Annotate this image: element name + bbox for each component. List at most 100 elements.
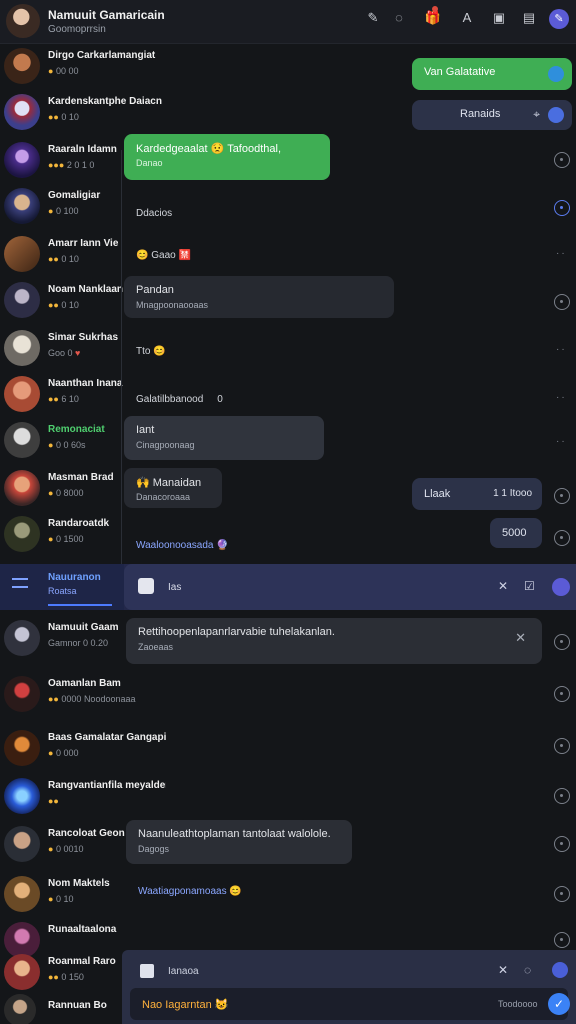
avatar bbox=[4, 376, 40, 412]
contact-item[interactable]: Dirgo Carkarlamangiat ● 00 00 bbox=[0, 44, 155, 90]
message-action-icon[interactable] bbox=[554, 294, 570, 310]
contact-item[interactable]: Raaraln Idamn ●●● 2 0 1 0 bbox=[0, 138, 124, 184]
avatar bbox=[4, 676, 40, 712]
message-subtext: Cinagpoonaag bbox=[136, 440, 195, 450]
avatar bbox=[4, 142, 40, 178]
outgoing-message[interactable]: 5000 bbox=[490, 518, 542, 548]
more-icon[interactable]: ·· bbox=[556, 436, 567, 447]
more-icon[interactable]: ·· bbox=[556, 344, 567, 355]
incoming-message[interactable]: 🙌 Manaidan Danacoroaaa bbox=[124, 468, 222, 508]
message-text: Tto 😊 bbox=[136, 346, 166, 357]
incoming-message[interactable]: Rettihoopenlapanrlarvabie tuhelakanlan. … bbox=[126, 618, 542, 664]
attachment-icon[interactable] bbox=[138, 578, 154, 594]
contact-item[interactable]: Rangvantianfila meyalder ●● bbox=[0, 774, 166, 820]
incoming-message[interactable]: Naanuleathtoplaman tantolaat walolole. D… bbox=[126, 820, 352, 864]
message-text: Ranaids bbox=[460, 108, 501, 120]
contact-status: ●● 0 10 bbox=[48, 254, 79, 264]
message-action-icon[interactable] bbox=[554, 886, 570, 902]
chat-icon[interactable]: ◌ bbox=[390, 10, 408, 25]
image-icon[interactable]: ▤ bbox=[520, 10, 538, 26]
more-icon[interactable]: ·· bbox=[556, 248, 567, 259]
contact-status: ●● 0 150 bbox=[48, 972, 84, 982]
pin-icon[interactable]: ✎ bbox=[364, 10, 382, 26]
message-text: Llaak bbox=[424, 488, 451, 500]
video-icon[interactable]: ▣ bbox=[490, 10, 508, 26]
message-text: Iant bbox=[136, 424, 155, 436]
contact-name: Simar Sukrhas bbox=[48, 332, 119, 343]
contact-item[interactable]: Naanthan Inana ●● 6 10 bbox=[0, 372, 124, 418]
contact-item[interactable]: Randaroatdk ● 0 1500 bbox=[0, 512, 124, 558]
check-icon bbox=[548, 107, 564, 123]
contact-item[interactable]: Simar Sukrhas Goo 0 ♥ bbox=[0, 326, 124, 372]
outgoing-message[interactable]: Ranaids ⌖ bbox=[412, 100, 572, 130]
avatar bbox=[4, 826, 40, 862]
emoji-icon[interactable] bbox=[552, 962, 568, 978]
input-value: Nao Iagarntan 😺 bbox=[142, 999, 229, 1011]
message-action-icon[interactable] bbox=[554, 836, 570, 852]
contact-status: ● 0 0010 bbox=[48, 844, 84, 854]
header-subtitle: Goomoprrsin bbox=[48, 24, 106, 35]
message-action-icon[interactable] bbox=[554, 686, 570, 702]
avatar bbox=[4, 730, 40, 766]
message-text: Naanuleathtoplaman tantolaat walolole. bbox=[138, 828, 331, 840]
outgoing-message[interactable]: Llaak 1 1 Itooo bbox=[412, 478, 542, 510]
chat-icon[interactable]: ◌ bbox=[524, 963, 531, 977]
user-avatar[interactable] bbox=[6, 4, 40, 38]
message-action-icon[interactable] bbox=[554, 788, 570, 804]
pin-icon[interactable]: ✕ bbox=[498, 963, 508, 977]
contact-item[interactable]: Nom Maktels ● 0 10 bbox=[0, 872, 124, 918]
message-input[interactable]: Nao Iagarntan 😺 Toodoooo ✓ bbox=[130, 988, 570, 1020]
composer: Ianaoa ✕ ◌ Nao Iagarntan 😺 Toodoooo ✓ bbox=[122, 950, 576, 1024]
active-tab[interactable]: Nauuranon Roatsa bbox=[0, 564, 124, 610]
contact-item[interactable]: Rancoloat Geon ● 0 0010 bbox=[0, 822, 125, 868]
incoming-message[interactable]: Pandan Mnagpoonaooaas bbox=[124, 276, 394, 318]
gift-icon[interactable]: 🎁 bbox=[424, 10, 442, 26]
contact-item[interactable]: Rannuan Bo bbox=[0, 990, 124, 1024]
avatar bbox=[4, 422, 40, 458]
more-icon[interactable]: ·· bbox=[556, 392, 567, 403]
message-subtext: Danacoroaaa bbox=[136, 492, 191, 502]
contact-item[interactable]: Amarr Iann Vie ●● 0 10 bbox=[0, 232, 124, 278]
outgoing-message[interactable]: Van Galatative bbox=[412, 58, 572, 90]
send-button[interactable]: ✓ bbox=[548, 993, 570, 1015]
message-action-icon[interactable] bbox=[554, 738, 570, 754]
messenger-app: Namuuit Gamaricain Goomoprrsin ✎ ◌ 🎁 A ▣… bbox=[0, 0, 576, 1024]
contact-item[interactable]: Noam Nanklaan ●● 0 10 bbox=[0, 278, 124, 324]
divider bbox=[121, 150, 122, 570]
edit-icon[interactable]: ☑ bbox=[524, 579, 535, 593]
avatar bbox=[4, 188, 40, 224]
close-icon[interactable]: ✕ bbox=[515, 630, 526, 646]
contact-item[interactable]: Oamanlan Bam ●● 0000 Noodoonaaa bbox=[0, 672, 136, 718]
message-action-icon[interactable] bbox=[554, 200, 570, 216]
incoming-message[interactable]: Iant Cinagpoonaag bbox=[124, 416, 324, 460]
pin-icon[interactable]: ⌖ bbox=[533, 107, 540, 122]
message-action-icon[interactable] bbox=[554, 530, 570, 546]
contact-item[interactable]: Masman Brad ● 0 8000 bbox=[0, 466, 124, 512]
input-hint: Toodoooo bbox=[498, 999, 538, 1009]
message-action-icon[interactable] bbox=[554, 634, 570, 650]
contact-item[interactable]: Gomaligiar ● 0 100 bbox=[0, 184, 124, 230]
menu-icon[interactable] bbox=[12, 578, 28, 588]
contact-item[interactable]: Remonaciat ● 0 0 60s bbox=[0, 418, 124, 464]
message-text: Rettihoopenlapanrlarvabie tuhelakanlan. bbox=[138, 626, 335, 638]
text-icon[interactable]: A bbox=[458, 10, 476, 25]
message-action-icon[interactable] bbox=[554, 932, 570, 948]
avatar bbox=[4, 330, 40, 366]
incoming-message[interactable]: Kardedgeaalat 😟 Tafoodthal, Danao bbox=[124, 134, 330, 180]
message-action-icon[interactable] bbox=[554, 488, 570, 504]
contact-name: Dirgo Carkarlamangiat bbox=[48, 50, 156, 61]
contact-status: Goo 0 ♥ bbox=[48, 348, 81, 358]
pin-icon[interactable]: ✕ bbox=[498, 579, 508, 593]
contact-name: Amarr Iann Vie bbox=[48, 238, 119, 249]
edit-icon[interactable]: ✎ bbox=[549, 9, 569, 29]
avatar bbox=[4, 620, 40, 656]
contact-item[interactable]: Kardenskantphe Daiacn ●● 0 10 bbox=[0, 90, 162, 136]
message-action-icon[interactable] bbox=[554, 152, 570, 168]
conversation-tabbar: Nauuranon Roatsa Ias ✕ ☑ bbox=[0, 564, 576, 610]
contact-item[interactable]: Baas Gamalatar Gangapiai ● 0 000 bbox=[0, 726, 166, 772]
compose-button[interactable] bbox=[552, 578, 570, 596]
contact-item[interactable]: Namuuit Gaam Gamnor 0 0.20 bbox=[0, 616, 124, 662]
avatar bbox=[4, 994, 36, 1024]
attachment-icon[interactable] bbox=[140, 964, 154, 978]
contact-status: Gamnor 0 0.20 bbox=[48, 638, 109, 648]
